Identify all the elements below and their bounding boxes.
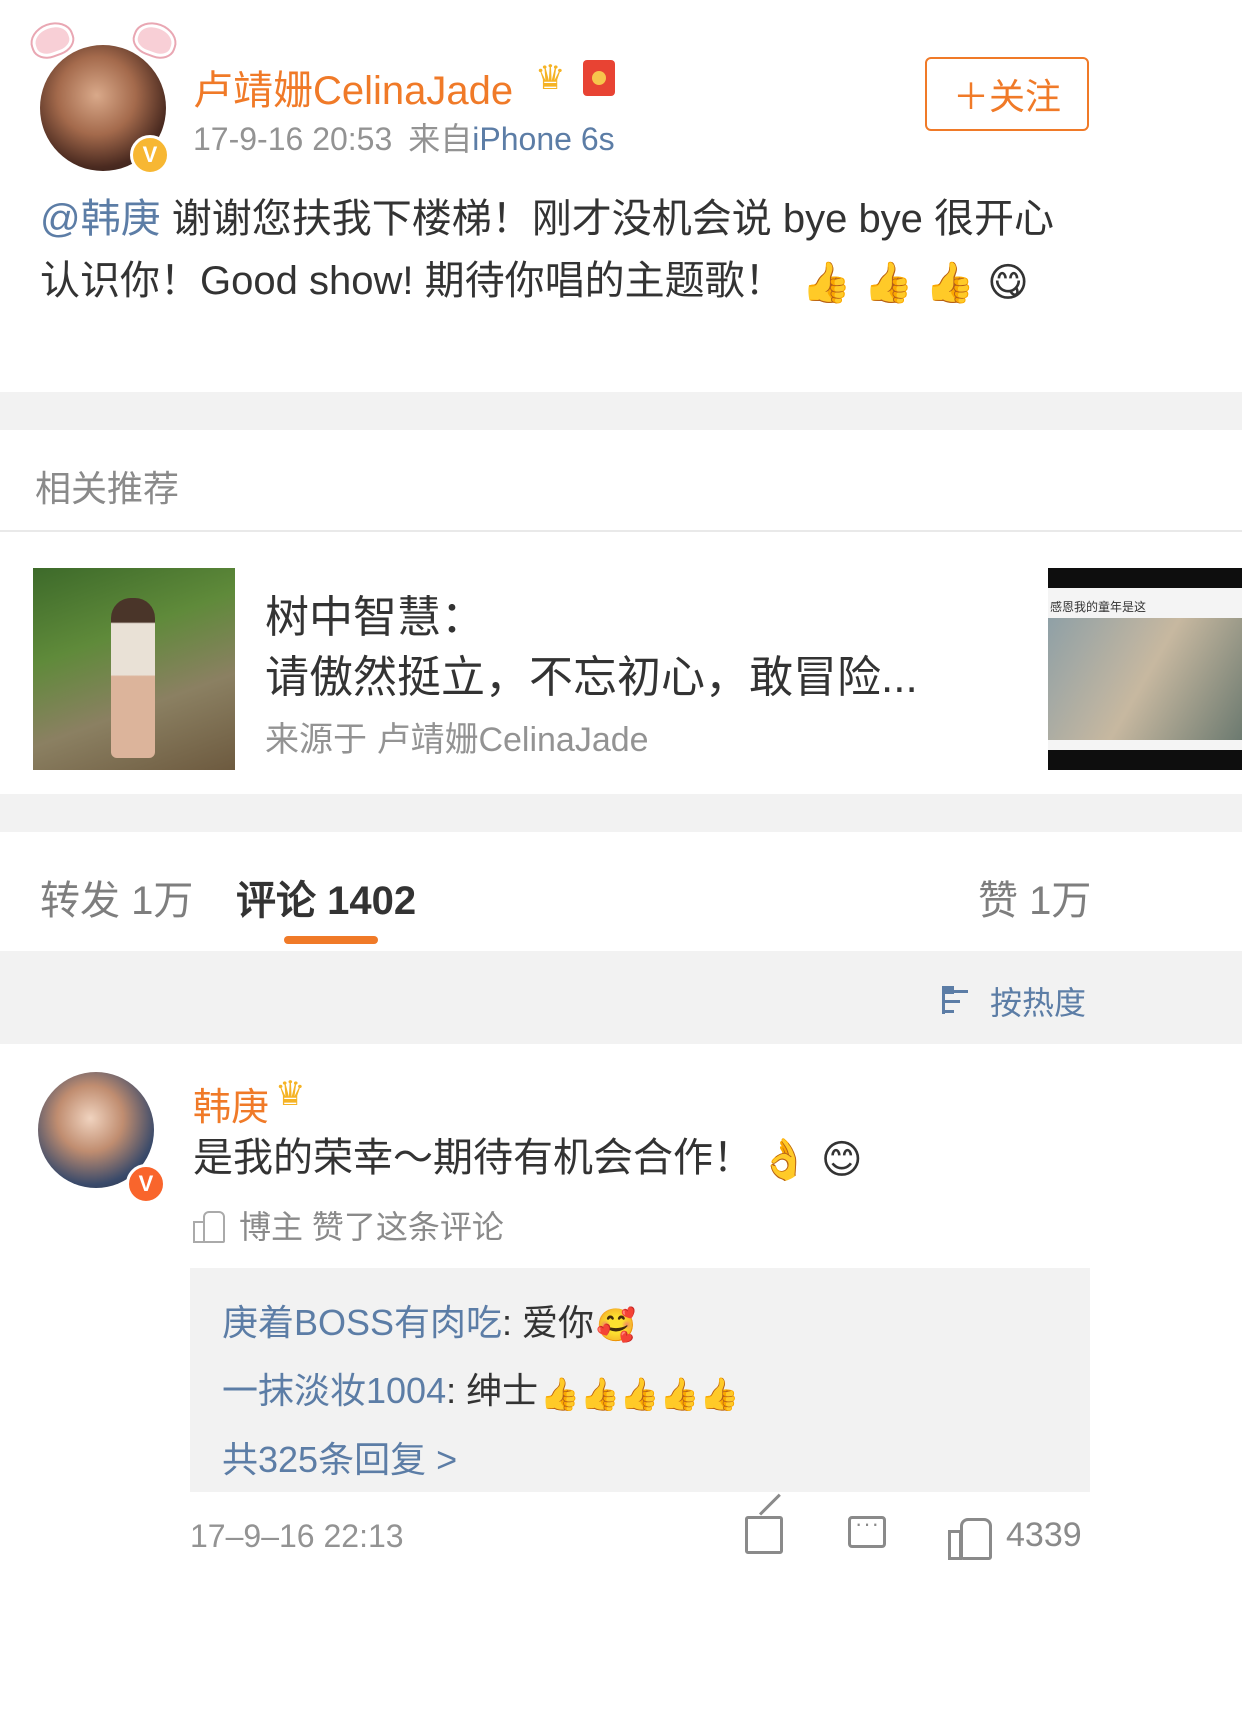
mention-link[interactable]: @韩庚 — [40, 197, 161, 241]
author-liked-note: 博主 赞了这条评论 — [193, 1202, 504, 1248]
crown-icon: ♛ — [535, 59, 566, 97]
yummy-face-emoji-icon: 😋 — [987, 261, 1029, 306]
thumbs-up-icon — [193, 1209, 225, 1243]
thumbs-up-emoji-icon: 👍 — [801, 261, 852, 306]
comment-time: 17–9–16 22:13 — [190, 1518, 404, 1554]
sort-by-hot-button[interactable]: 按热度 — [942, 978, 1086, 1024]
commenter-name[interactable]: 韩庚 — [193, 1076, 269, 1131]
related-title[interactable]: 树中智慧： 请傲然挺立，不忘初心，敢冒险... — [265, 588, 985, 708]
sort-label: 按热度 — [990, 985, 1087, 1021]
like-count: 4339 — [1006, 1516, 1082, 1554]
post-body: @韩庚 谢谢您扶我下楼梯！刚才没机会说 bye bye 很开心认识你！Good … — [40, 188, 1090, 314]
love-face-emoji-icon: 🥰 — [596, 1307, 636, 1344]
share-icon[interactable] — [745, 1516, 783, 1554]
related-source: 来源于 卢靖姗CelinaJade — [265, 721, 649, 759]
follow-button[interactable]: ＋关注 — [925, 57, 1089, 131]
ok-hand-emoji-icon: 👌 — [759, 1138, 809, 1183]
crown-icon: ♛ — [275, 1075, 306, 1113]
post-meta: 17-9-16 20:53 来自iPhone 6s — [193, 114, 615, 160]
reply-text: : 爱你 — [502, 1302, 595, 1343]
commenter-avatar[interactable]: V — [38, 1072, 170, 1204]
reply-author[interactable]: 一抹淡妆1004 — [222, 1370, 446, 1411]
related-title-line2: 请傲然挺立，不忘初心，敢冒险... — [265, 653, 918, 702]
reply-icon[interactable] — [848, 1511, 886, 1548]
replies-box[interactable]: 庚着BOSS有肉吃: 爱你🥰 一抹淡妆1004: 绅士👍👍👍👍👍 共325条回复… — [190, 1268, 1090, 1492]
sort-bar: 按热度 — [0, 951, 1242, 1044]
active-tab-indicator — [284, 936, 378, 944]
comment-tabs: 转发 1万 评论 1402 赞 1万 — [0, 832, 1242, 950]
comment-body: 是我的荣幸～期待有机会合作！ — [193, 1136, 753, 1180]
reply-item: 庚着BOSS有肉吃: 爱你🥰 — [222, 1290, 1058, 1358]
reply-item: 一抹淡妆1004: 绅士👍👍👍👍👍 — [222, 1358, 1058, 1426]
thumbnail-figure — [111, 598, 155, 758]
next-card-caption: 感恩我的童年是这 — [1050, 600, 1147, 614]
bunny-ear-decoration — [131, 19, 179, 61]
next-card-image: 感恩我的童年是这 — [1048, 588, 1242, 750]
post-time: 17-9-16 20:53 — [193, 121, 393, 157]
more-replies-link[interactable]: 共325条回复 > — [222, 1427, 1058, 1493]
like-icon[interactable] — [948, 1516, 992, 1560]
weibo-post: V 卢靖姗CelinaJade ♛ 17-9-16 20:53 来自iPhone … — [0, 0, 1242, 430]
reply-author[interactable]: 庚着BOSS有肉吃 — [222, 1302, 502, 1343]
post-source-prefix: 来自 — [408, 121, 473, 157]
sort-icon — [942, 984, 978, 1018]
poster-avatar[interactable]: V — [28, 19, 179, 177]
comment-text: 是我的荣幸～期待有机会合作！ 👌 😊 — [193, 1128, 869, 1190]
thumbs-up-emoji-icon: 👍 — [863, 261, 914, 306]
tab-repost[interactable]: 转发 1万 — [40, 868, 193, 926]
related-next-card[interactable]: 感恩我的童年是这 — [1048, 568, 1242, 770]
related-section-title: 相关推荐 — [35, 468, 180, 509]
section-gap — [0, 392, 1242, 430]
divider — [0, 530, 1242, 532]
author-liked-text: 博主 赞了这条评论 — [239, 1209, 504, 1245]
next-card-photo — [1048, 618, 1242, 740]
verified-v-icon: V — [130, 135, 170, 175]
tab-comments[interactable]: 评论 1402 — [236, 868, 416, 926]
thumbs-up-emoji-icon: 👍👍👍👍👍 — [540, 1375, 740, 1412]
tab-likes[interactable]: 赞 1万 — [978, 868, 1091, 926]
section-gap — [0, 794, 1242, 832]
verified-v-icon: V — [126, 1164, 166, 1204]
reply-text: : 绅士 — [446, 1370, 539, 1412]
related-title-line1: 树中智慧： — [265, 593, 485, 642]
smile-emoji-icon: 😊 — [820, 1138, 863, 1183]
red-packet-icon[interactable] — [583, 60, 615, 96]
post-device: iPhone 6s — [472, 121, 615, 157]
poster-name[interactable]: 卢靖姗CelinaJade — [193, 58, 513, 116]
related-thumbnail[interactable] — [33, 568, 235, 770]
thumbs-up-emoji-icon: 👍 — [925, 261, 976, 306]
